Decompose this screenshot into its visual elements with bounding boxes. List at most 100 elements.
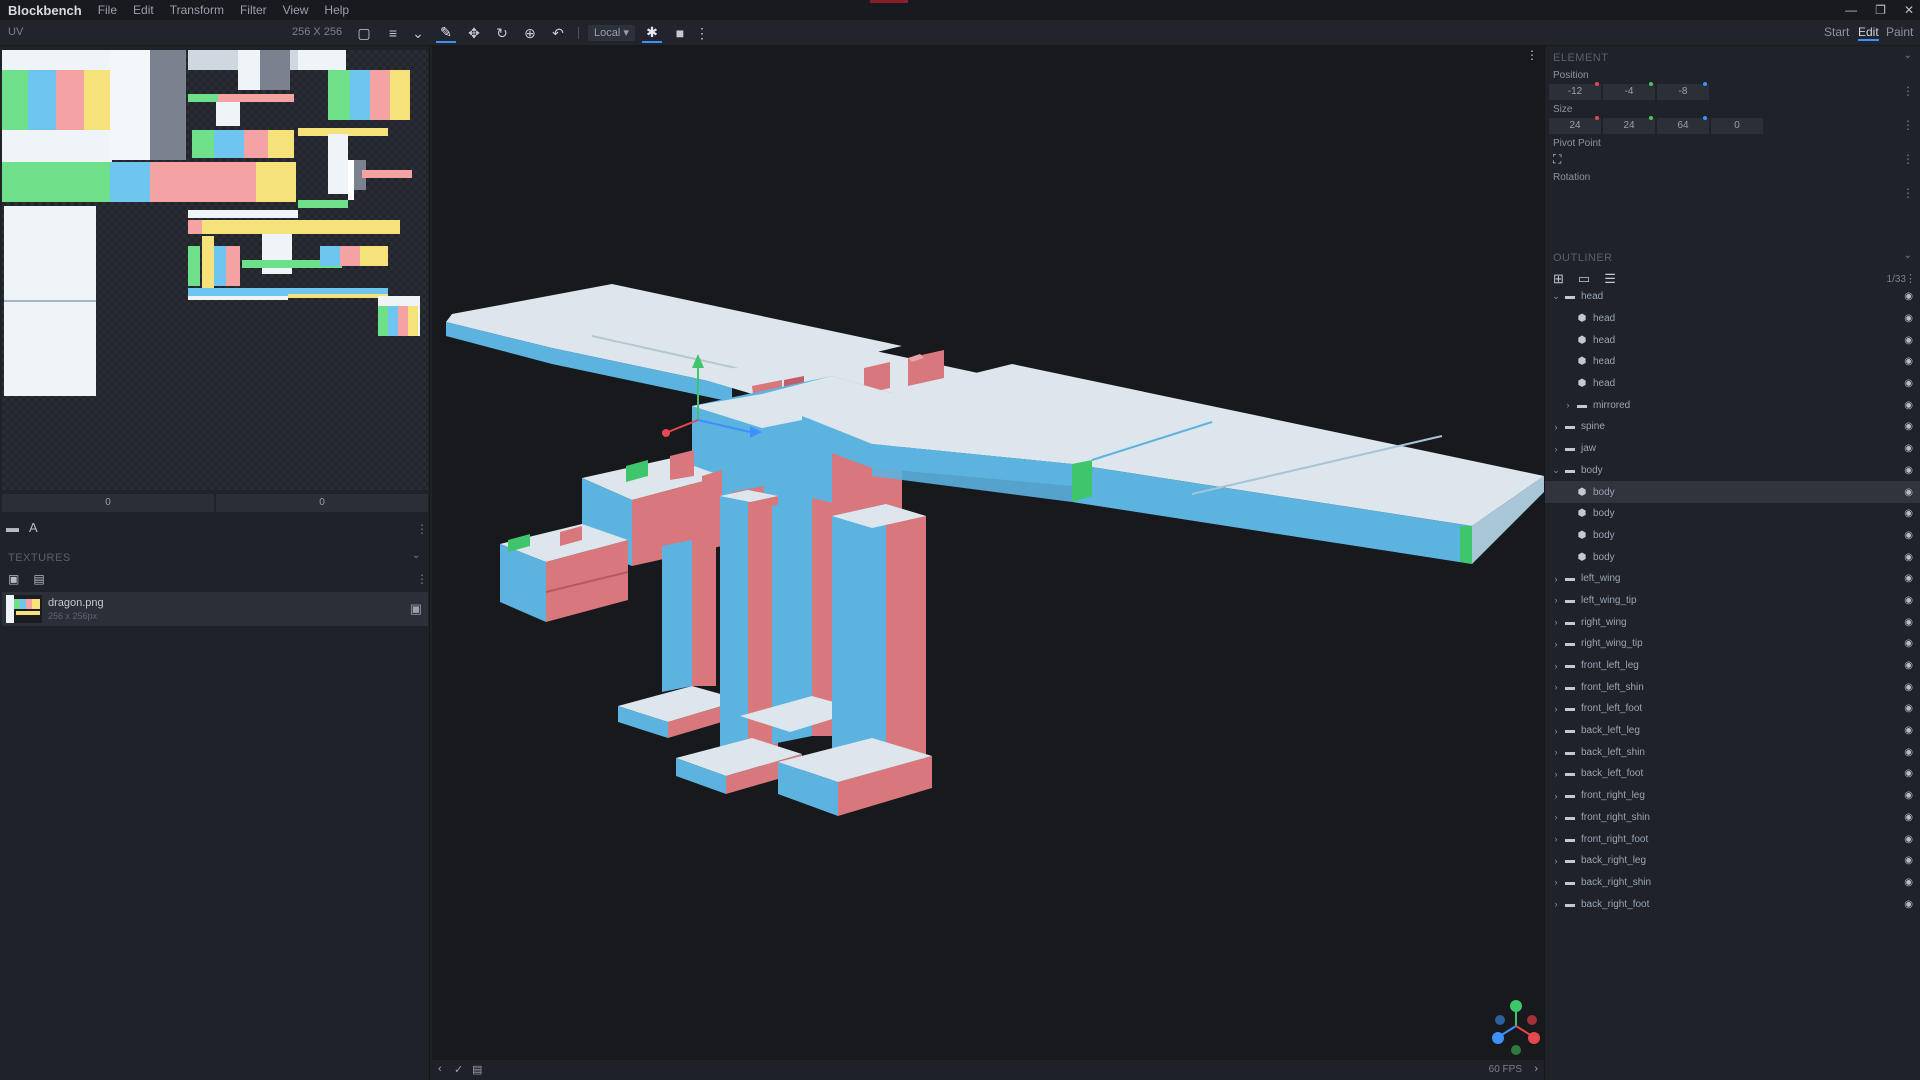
eye-icon[interactable]: ◉	[1904, 313, 1913, 324]
3d-viewport[interactable]: ⋮	[432, 46, 1544, 1060]
uv-face[interactable]	[360, 246, 388, 266]
eye-icon[interactable]: ◉	[1904, 356, 1913, 367]
eye-icon[interactable]: ◉	[1904, 378, 1913, 389]
eye-icon[interactable]: ◉	[1904, 703, 1913, 714]
chevron-down-icon[interactable]: ⌄	[1904, 50, 1912, 61]
eye-icon[interactable]: ◉	[1904, 530, 1913, 541]
dragon-model-render[interactable]	[432, 46, 1544, 1060]
eye-icon[interactable]: ◉	[1904, 682, 1913, 693]
uv-face[interactable]	[260, 50, 290, 90]
outliner-cube-row[interactable]: ⬢ head ◉	[1545, 351, 1920, 373]
uv-face[interactable]	[84, 70, 110, 130]
more-icon[interactable]: ⋮	[1905, 272, 1916, 285]
tab-edit[interactable]: Edit	[1858, 25, 1879, 41]
chevron-down-icon[interactable]: ⌄	[408, 23, 428, 43]
text-icon[interactable]: A	[29, 520, 38, 535]
more-icon[interactable]: ⋮	[1902, 118, 1914, 132]
chevron-right-icon[interactable]: ›	[1549, 422, 1563, 432]
outliner-group-row[interactable]: › ▬ front_right_leg ◉	[1545, 785, 1920, 807]
chevron-right-icon[interactable]: ›	[1549, 639, 1563, 649]
menu-view[interactable]: View	[275, 3, 317, 17]
eye-icon[interactable]: ◉	[1904, 508, 1913, 519]
uv-fit-icon[interactable]: ▢	[354, 23, 374, 43]
eye-icon[interactable]: ◉	[1904, 595, 1913, 606]
right-wing-joint[interactable]	[1072, 460, 1092, 502]
outliner-cube-row[interactable]: ⬢ head ◉	[1545, 308, 1920, 330]
uv-face[interactable]	[328, 134, 348, 194]
outliner-cube-row[interactable]: ⬢ head ◉	[1545, 373, 1920, 395]
position-y-input[interactable]: -4	[1603, 84, 1655, 100]
uv-face[interactable]	[238, 50, 260, 90]
uv-face[interactable]	[320, 246, 340, 266]
outliner-group-row[interactable]: › ▬ back_right_shin ◉	[1545, 872, 1920, 894]
uv-face[interactable]	[188, 210, 298, 218]
position-z-input[interactable]: -8	[1657, 84, 1709, 100]
menu-filter[interactable]: Filter	[232, 3, 275, 17]
uv-face[interactable]	[298, 50, 346, 70]
size-z-input[interactable]: 64	[1657, 118, 1709, 134]
chevron-right-icon[interactable]: ›	[1549, 747, 1563, 757]
eye-icon[interactable]: ◉	[1904, 552, 1913, 563]
undo-transform-icon[interactable]: ↶	[548, 23, 568, 43]
uv-face[interactable]	[214, 246, 226, 286]
transform-space-select[interactable]: Local ▾	[588, 25, 635, 41]
more-icon[interactable]: ⋮	[1902, 152, 1914, 166]
outliner-group-row[interactable]: › ▬ front_left_shin ◉	[1545, 676, 1920, 698]
eye-icon[interactable]: ◉	[1904, 487, 1913, 498]
outliner-group-row[interactable]: › ▬ left_wing_tip ◉	[1545, 590, 1920, 612]
chevron-down-icon[interactable]: ⌄	[412, 550, 420, 561]
uv-face[interactable]	[188, 296, 288, 300]
texture-list-item[interactable]: dragon.png 256 x 256px ▣	[2, 592, 428, 626]
uv-face[interactable]	[188, 246, 200, 286]
move-pen-tool-icon[interactable]: ✎	[436, 23, 456, 43]
chevron-right-icon[interactable]: ›	[1549, 574, 1563, 584]
save-icon[interactable]: ▣	[410, 601, 422, 617]
tab-start[interactable]: Start	[1824, 25, 1849, 39]
uv-face[interactable]	[398, 306, 408, 336]
more-icon[interactable]: ⋮	[416, 522, 428, 536]
minimize-button[interactable]: —	[1845, 3, 1857, 17]
eye-icon[interactable]: ◉	[1904, 660, 1913, 671]
pivot-tool-icon[interactable]: ⊕	[520, 23, 540, 43]
uv-face[interactable]	[370, 70, 390, 120]
uv-face[interactable]	[244, 130, 268, 158]
uv-v-input[interactable]: 0	[216, 494, 428, 512]
uv-face[interactable]	[188, 94, 218, 102]
uv-face[interactable]	[390, 70, 410, 120]
uv-editor-canvas[interactable]	[2, 50, 428, 490]
outliner-group-row[interactable]: › ▬ back_left_shin ◉	[1545, 741, 1920, 763]
outliner-group-row[interactable]: › ▬ back_right_foot ◉	[1545, 893, 1920, 915]
reference-icon[interactable]: ▤	[472, 1063, 482, 1076]
uv-face[interactable]	[362, 170, 412, 178]
back-right-leg[interactable]	[886, 504, 926, 786]
inflate-input[interactable]: 0	[1711, 118, 1763, 134]
uv-face[interactable]	[340, 246, 360, 266]
outliner-group-row[interactable]: ⌄ ▬ head ◉	[1545, 286, 1920, 308]
head-spike[interactable]	[670, 450, 694, 480]
uv-face[interactable]	[150, 162, 256, 202]
chevron-right-icon[interactable]: ›	[1549, 877, 1563, 887]
uv-face[interactable]	[110, 162, 150, 202]
gizmo-x-handle[interactable]	[662, 429, 670, 437]
menu-file[interactable]: File	[90, 3, 125, 17]
menu-transform[interactable]: Transform	[162, 3, 232, 17]
outliner-group-row[interactable]: › ▬ right_wing_tip ◉	[1545, 633, 1920, 655]
front-leg[interactable]	[662, 540, 692, 692]
uv-face[interactable]	[192, 130, 214, 158]
eye-icon[interactable]: ◉	[1904, 400, 1913, 411]
front-right-leg[interactable]	[720, 490, 748, 772]
chevron-down-icon[interactable]: ⌄	[1549, 291, 1563, 302]
chevron-right-icon[interactable]: ›	[1561, 400, 1575, 410]
chevron-right-icon[interactable]: ›	[1549, 444, 1563, 454]
outliner-group-row[interactable]: › ▬ back_left_leg ◉	[1545, 720, 1920, 742]
more-icon[interactable]: ⋮	[692, 23, 712, 43]
chevron-right-icon[interactable]: ›	[1549, 812, 1563, 822]
outliner-cube-row[interactable]: ⬢ body ◉	[1545, 525, 1920, 547]
size-y-input[interactable]: 24	[1603, 118, 1655, 134]
eye-icon[interactable]: ◉	[1904, 465, 1913, 476]
outliner-group-row[interactable]: › ▬ front_right_foot ◉	[1545, 828, 1920, 850]
uv-face[interactable]	[2, 162, 110, 202]
outliner-group-row[interactable]: › ▬ front_left_leg ◉	[1545, 655, 1920, 677]
outliner-group-row[interactable]: › ▬ spine ◉	[1545, 416, 1920, 438]
uv-face[interactable]	[256, 162, 296, 202]
